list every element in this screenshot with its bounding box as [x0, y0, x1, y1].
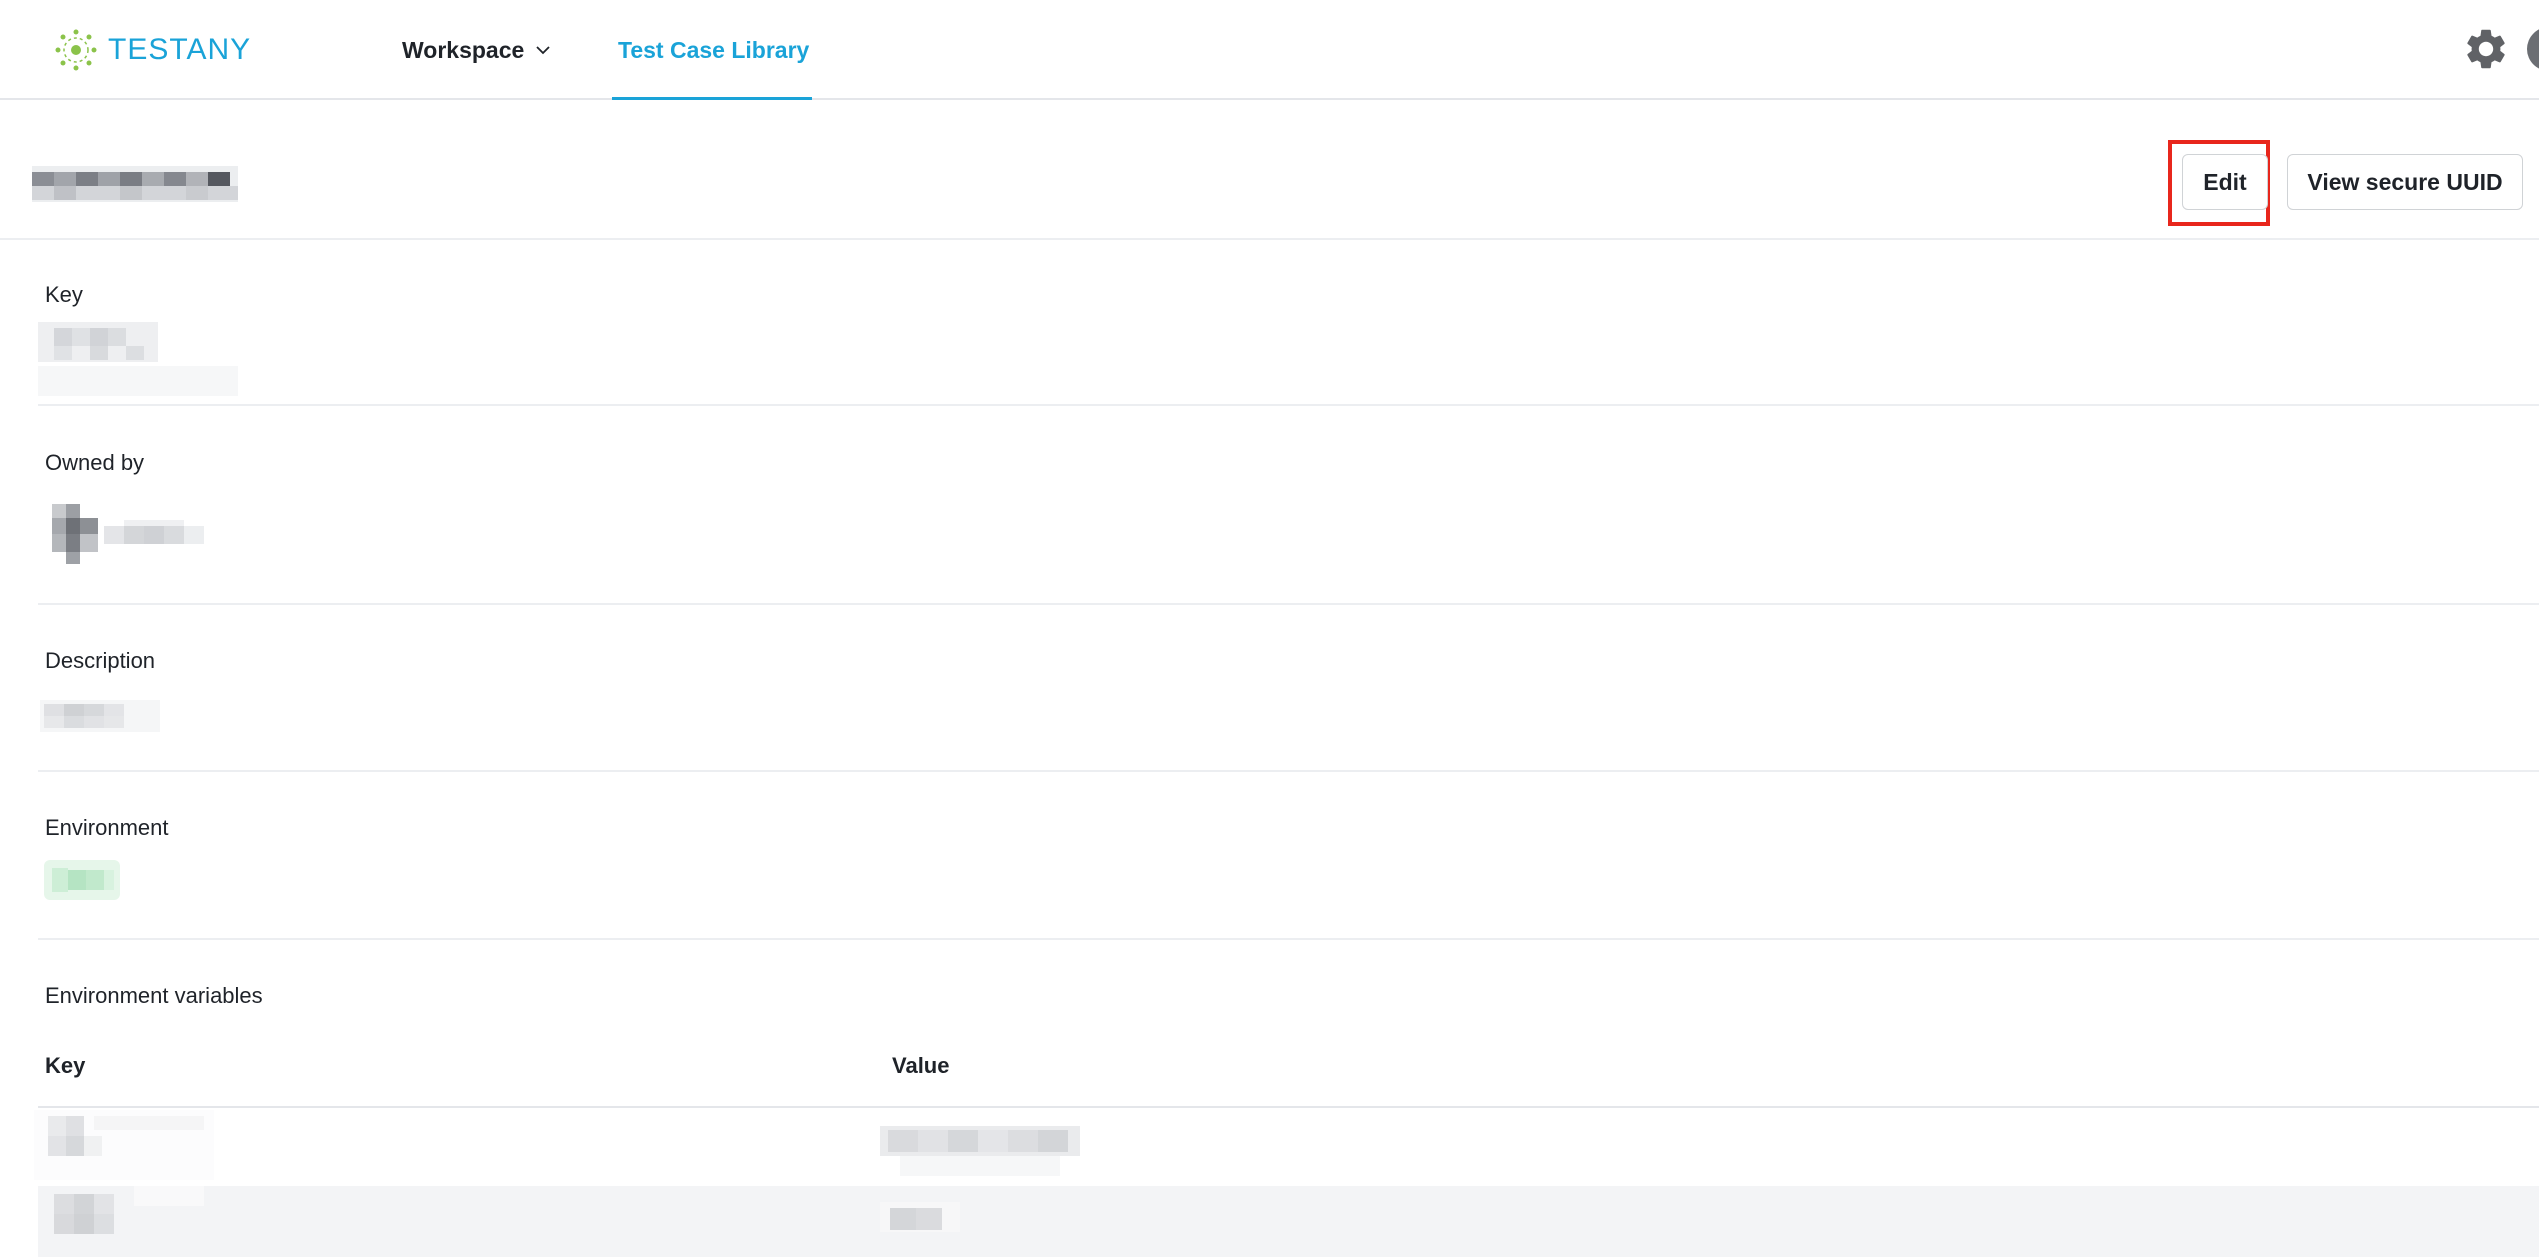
env-vars-label: Environment variables [45, 983, 263, 1008]
owner-field-label: Owned by [45, 450, 145, 475]
gear-icon[interactable] [2462, 25, 2510, 73]
redacted-env-value [880, 1126, 1080, 1176]
redacted-owner-value [44, 500, 244, 568]
env-table-header-value: Value [892, 1053, 950, 1078]
key-field-label: Key [45, 282, 83, 307]
nav-workspace[interactable]: Workspace [402, 0, 552, 100]
chevron-down-icon [536, 46, 550, 55]
header-divider [0, 238, 2539, 240]
active-tab-indicator [612, 97, 812, 100]
nav-library-label: Test Case Library [618, 36, 810, 63]
environment-field-label: Environment [45, 815, 169, 840]
description-divider [38, 770, 2539, 772]
environment-divider [38, 938, 2539, 940]
env-table-header-divider [38, 1106, 2539, 1108]
redacted-title [32, 166, 238, 202]
key-divider [38, 404, 2539, 406]
redacted-env-key [34, 1110, 214, 1180]
owner-divider [38, 603, 2539, 605]
nav-workspace-label: Workspace [402, 36, 525, 63]
table-row [38, 1186, 2539, 1257]
env-table-header-key: Key [45, 1053, 86, 1078]
testany-logo-icon [55, 29, 97, 71]
view-secure-uuid-button[interactable]: View secure UUID [2287, 154, 2523, 210]
app-logo[interactable]: TESTANY [52, 24, 251, 76]
redacted-key-value [38, 322, 238, 396]
edit-button[interactable]: Edit [2182, 154, 2268, 210]
redacted-env-key-2 [54, 1186, 204, 1234]
nav-test-case-library[interactable]: Test Case Library [612, 0, 815, 100]
redacted-env-value-2 [880, 1202, 960, 1232]
description-field-label: Description [45, 648, 156, 673]
user-avatar[interactable] [2527, 27, 2539, 71]
redacted-description-value [40, 700, 160, 732]
top-navigation: TESTANY Workspace Test Case Library [0, 0, 2539, 100]
logo-text: TESTANY [108, 33, 252, 66]
environment-tag [44, 860, 120, 900]
